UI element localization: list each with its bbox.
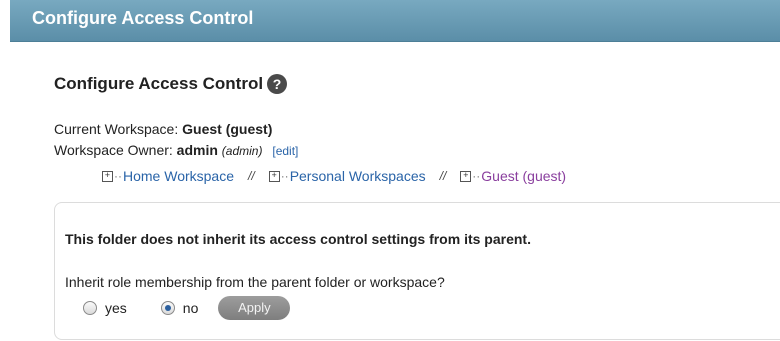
tree-dots: ·· [280,169,289,183]
inheritance-note: This folder does not inherit its access … [65,231,531,247]
edit-owner-link[interactable]: [edit] [272,144,298,158]
expand-plus-icon[interactable]: + [268,170,280,182]
workspace-owner-line: Workspace Owner: admin (admin) [edit] [54,142,298,158]
workspace-owner-name: admin [176,142,218,158]
workspace-owner-id: (admin) [221,144,263,158]
help-icon[interactable]: ? [267,74,288,94]
radio-no-label[interactable]: no [183,300,199,316]
title-bar: Configure Access Control [10,0,780,42]
breadcrumb-separator: // [248,169,255,183]
current-workspace-line: Current Workspace: Guest (guest) [54,121,272,137]
breadcrumb-current-workspace[interactable]: Guest (guest) [481,168,566,184]
page-title: Configure Access Control [54,74,264,93]
title-bar-label: Configure Access Control [32,8,254,28]
apply-button[interactable]: Apply [218,296,291,320]
radio-yes-label[interactable]: yes [105,300,127,316]
radio-no[interactable] [160,301,175,315]
current-workspace-value: Guest (guest) [182,121,273,137]
current-workspace-label: Current Workspace: [54,121,179,137]
tree-dots: ·· [114,169,122,183]
breadcrumb-home-workspace[interactable]: Home Workspace [123,168,234,184]
expand-plus-icon[interactable]: + [460,170,472,182]
breadcrumb-personal-workspaces[interactable]: Personal Workspaces [290,168,426,184]
breadcrumb-separator: // [439,169,447,183]
tree-dots: ·· [472,169,481,183]
workspace-owner-label: Workspace Owner: [54,142,173,158]
inheritance-question: Inherit role membership from the parent … [65,274,445,290]
radio-yes[interactable] [83,301,97,315]
expand-plus-icon[interactable]: + [102,170,113,182]
breadcrumb: + ·· Home Workspace // + ·· Personal Wor… [102,168,566,184]
page-heading: Configure Access Control ? [54,74,288,94]
inherit-options: yes no Apply [83,296,291,320]
inheritance-panel: This folder does not inherit its access … [54,202,780,340]
